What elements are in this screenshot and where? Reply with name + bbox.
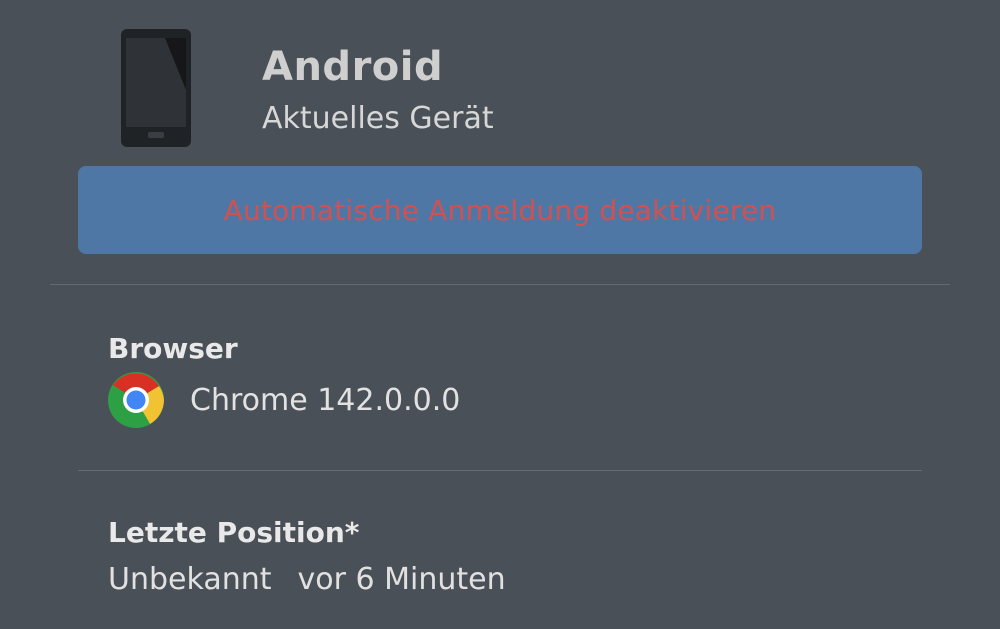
last-position-location: Unbekannt: [108, 562, 272, 597]
browser-row: Chrome 142.0.0.0: [108, 372, 460, 428]
browser-version: Chrome 142.0.0.0: [190, 382, 461, 418]
last-position-title: Letzte Position*: [108, 516, 360, 549]
device-name: Android: [262, 44, 444, 90]
disable-autologin-label: Automatische Anmeldung deaktivieren: [223, 193, 777, 227]
last-position-time: vor 6 Minuten: [297, 562, 506, 597]
chrome-icon: [108, 372, 164, 428]
disable-autologin-button[interactable]: Automatische Anmeldung deaktivieren: [78, 166, 922, 254]
device-subtitle: Aktuelles Gerät: [262, 101, 494, 136]
divider-middle: [78, 470, 922, 471]
smartphone-icon: [121, 29, 191, 147]
browser-section-title: Browser: [108, 332, 238, 365]
device-header: Android Aktuelles Gerät: [0, 0, 1000, 160]
last-position-row: Unbekannt vor 6 Minuten: [108, 562, 506, 597]
divider-top: [50, 284, 950, 285]
